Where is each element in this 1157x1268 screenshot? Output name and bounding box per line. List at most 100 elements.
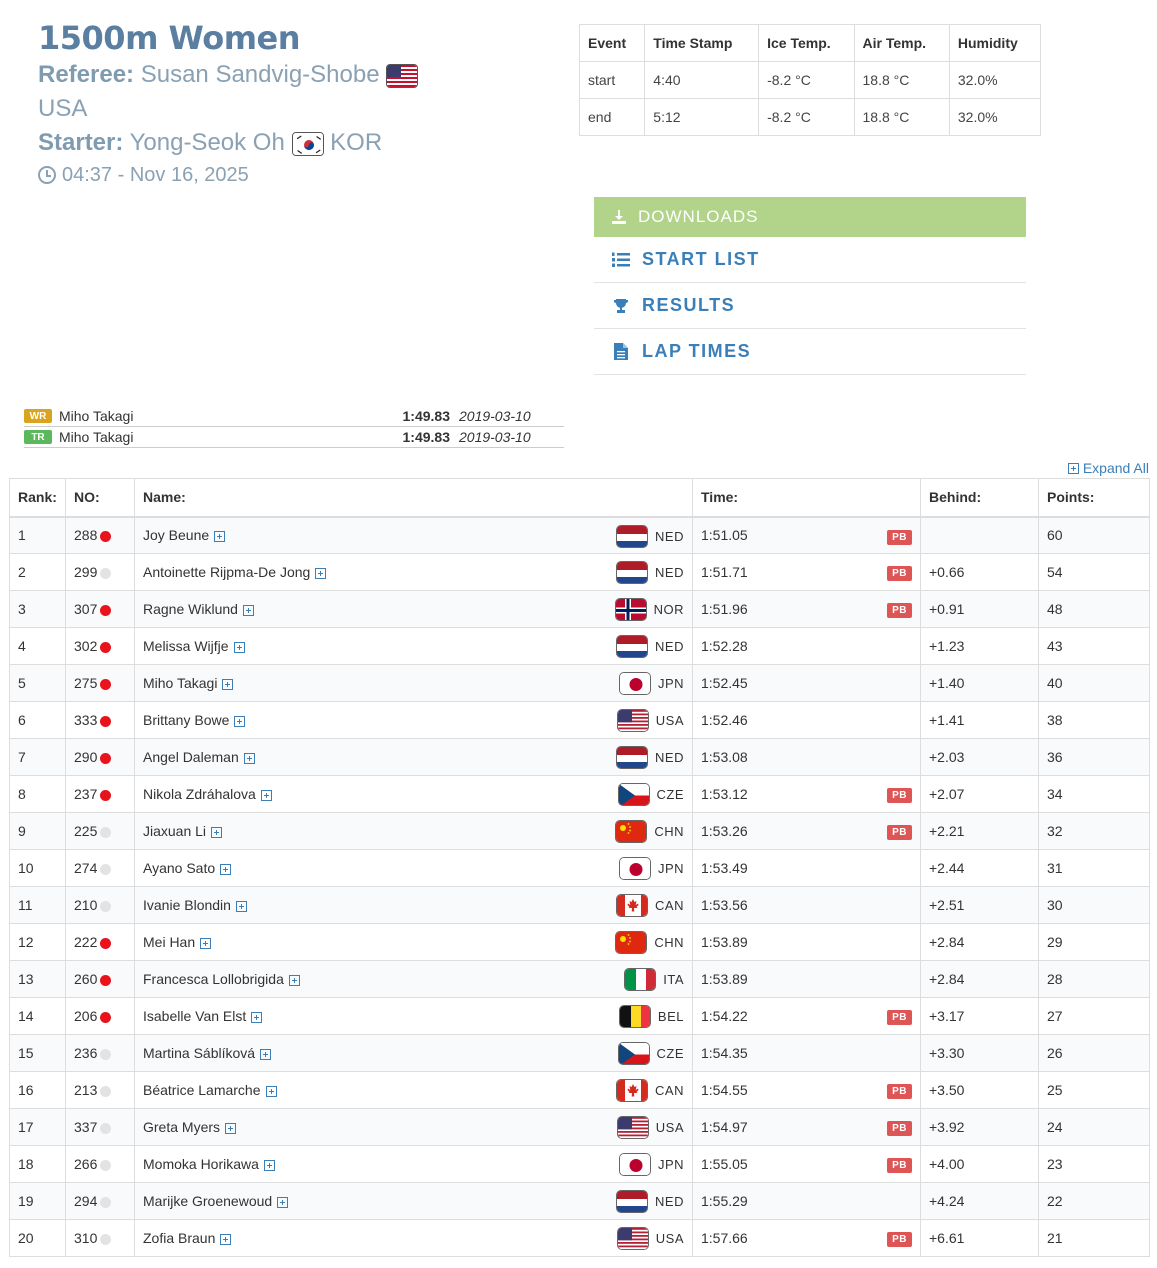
expand-all-link[interactable]: Expand All <box>1067 460 1149 476</box>
country: CAN <box>616 1079 684 1102</box>
results-link[interactable]: RESULTS <box>594 283 1026 329</box>
points-cell: 24 <box>1038 1108 1150 1146</box>
behind-cell: +2.07 <box>920 775 1039 813</box>
bib-number: 299 <box>74 564 98 580</box>
event-datetime: 04:37 - Nov 16, 2025 <box>38 160 558 190</box>
clock-icon <box>38 166 56 184</box>
time-cell: 1:52.46 <box>692 701 921 739</box>
number-cell: 310 <box>65 1219 135 1257</box>
expand-row-icon[interactable] <box>265 1085 277 1097</box>
bib-number: 290 <box>74 749 98 765</box>
skater-name: Marijke Groenewoud <box>143 1193 273 1209</box>
name-cell: Brittany Bowe USA <box>134 701 693 739</box>
expand-row-icon[interactable] <box>315 567 327 579</box>
expand-row-icon[interactable] <box>251 1011 263 1023</box>
expand-row-icon[interactable] <box>288 974 300 986</box>
results-row: 20 310 Zofia Braun USA 1:57.66 PB +6.61 2… <box>9 1219 1150 1257</box>
bib-number: 333 <box>74 712 98 728</box>
bib-number: 307 <box>74 601 98 617</box>
number-cell: 288 <box>65 516 135 554</box>
start-list-link[interactable]: START LIST <box>594 237 1026 283</box>
conditions-header: Air Temp. <box>853 24 950 62</box>
country-code: CZE <box>656 787 684 802</box>
country: USA <box>616 709 684 732</box>
name-cell: Zofia Braun USA <box>134 1219 693 1257</box>
red-dot-icon <box>100 531 112 543</box>
time-cell: 1:52.28 <box>692 627 921 665</box>
results-row: 1 288 Joy Beune NED 1:51.05 PB 60 <box>9 516 1150 554</box>
conditions-row: start 4:40 -8.2 °C 18.8 °C 32.0% <box>578 61 1042 99</box>
time-cell: 1:53.56 <box>692 886 921 924</box>
skater-name: Jiaxuan Li <box>143 823 207 839</box>
country: CAN <box>616 894 684 917</box>
cze-flag-icon <box>617 783 650 806</box>
red-dot-icon <box>100 789 112 801</box>
name-cell: Antoinette Rijpma-De Jong NED <box>134 553 693 591</box>
behind-cell: +1.23 <box>920 627 1039 665</box>
lap-times-label: LAP TIMES <box>642 341 752 361</box>
rank-cell: 13 <box>9 960 66 998</box>
expand-row-icon[interactable] <box>222 678 234 690</box>
rank-cell: 19 <box>9 1182 66 1220</box>
points-cell: 21 <box>1038 1219 1150 1257</box>
country: CHN <box>615 820 684 843</box>
expand-row-icon[interactable] <box>233 641 245 653</box>
grey-dot-icon <box>100 1159 112 1171</box>
jpn-flag-icon <box>618 672 651 695</box>
name-cell: Béatrice Lamarche CAN <box>134 1071 693 1109</box>
number-cell: 333 <box>65 701 135 739</box>
expand-row-icon[interactable] <box>214 531 226 543</box>
points-cell: 43 <box>1038 627 1150 665</box>
expand-row-icon[interactable] <box>200 937 212 949</box>
country-code: CZE <box>656 1046 684 1061</box>
expand-row-icon[interactable] <box>263 1159 275 1171</box>
rank-cell: 3 <box>9 590 66 628</box>
points-header: Points: <box>1038 478 1150 518</box>
conditions-cell: start <box>578 61 646 99</box>
pb-badge: PB <box>887 566 912 581</box>
race-time: 1:54.97 <box>701 1119 748 1135</box>
country-code: USA <box>655 713 684 728</box>
country: JPN <box>618 672 684 695</box>
red-dot-icon <box>100 604 112 616</box>
expand-row-icon[interactable] <box>277 1196 289 1208</box>
skater-name: Ivanie Blondin <box>143 897 231 913</box>
number-cell: 275 <box>65 664 135 702</box>
chn-flag-icon <box>615 931 648 954</box>
number-cell: 302 <box>65 627 135 665</box>
name-cell: Mei Han CHN <box>134 923 693 961</box>
skater-name: Joy Beune <box>143 527 210 544</box>
pb-badge: PB <box>887 1232 912 1247</box>
results-row: 7 290 Angel Daleman NED 1:53.08 +2.03 36 <box>9 738 1150 776</box>
bel-flag-icon <box>618 1005 651 1028</box>
expand-row-icon[interactable] <box>234 715 246 727</box>
behind-cell: +3.92 <box>920 1108 1039 1146</box>
name-cell: Ayano Sato JPN <box>134 849 693 887</box>
expand-row-icon[interactable] <box>260 1048 272 1060</box>
conditions-cell: -8.2 °C <box>758 98 855 136</box>
conditions-header: Ice Temp. <box>758 24 855 62</box>
skater-name: Miho Takagi <box>143 675 218 691</box>
number-cell: 237 <box>65 775 135 813</box>
number-cell: 213 <box>65 1071 135 1109</box>
behind-cell: +2.44 <box>920 849 1039 887</box>
name-cell: Martina Sáblíková CZE <box>134 1034 693 1072</box>
rank-cell: 10 <box>9 849 66 887</box>
expand-row-icon[interactable] <box>220 863 232 875</box>
points-cell: 48 <box>1038 590 1150 628</box>
skater-name: Francesca Lollobrigida <box>143 971 284 987</box>
pb-badge: PB <box>887 1084 912 1099</box>
expand-row-icon[interactable] <box>235 900 247 912</box>
expand-row-icon[interactable] <box>225 1122 237 1134</box>
expand-row-icon[interactable] <box>243 752 255 764</box>
rank-cell: 9 <box>9 812 66 850</box>
time-cell: 1:53.08 <box>692 738 921 776</box>
expand-row-icon[interactable] <box>260 789 272 801</box>
points-cell: 27 <box>1038 997 1150 1035</box>
lap-times-link[interactable]: LAP TIMES <box>594 329 1026 375</box>
points-cell: 28 <box>1038 960 1150 998</box>
expand-row-icon[interactable] <box>220 1233 232 1245</box>
expand-row-icon[interactable] <box>242 604 254 616</box>
record-date: 2019-03-10 <box>459 429 531 445</box>
expand-row-icon[interactable] <box>211 826 223 838</box>
